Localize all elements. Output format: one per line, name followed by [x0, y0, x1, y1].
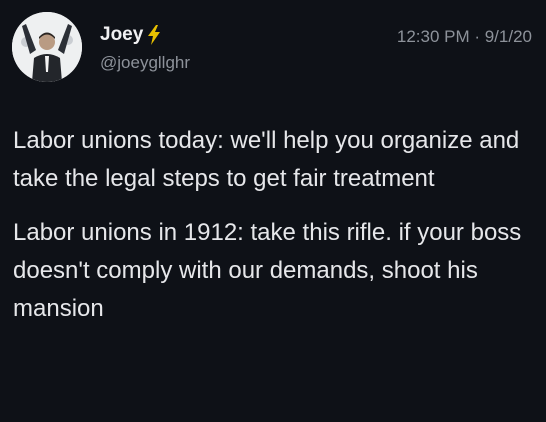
user-handle[interactable]: @joeygllghr: [100, 53, 190, 73]
lightning-bolt-icon: [147, 25, 161, 45]
tweet-card: Joey @joeygllghr 12:30 PM · 9/1/20 Labor…: [0, 0, 546, 422]
tweet-body: Labor unions today: we'll help you organ…: [13, 122, 533, 328]
display-name[interactable]: Joey: [100, 24, 143, 46]
avatar-image: [12, 12, 82, 82]
tweet-paragraph-2: Labor unions in 1912: take this rifle. i…: [13, 219, 522, 322]
tweet-paragraph-1: Labor unions today: we'll help you organ…: [13, 127, 520, 192]
author-name-row[interactable]: Joey: [100, 24, 161, 46]
avatar[interactable]: [12, 12, 82, 82]
timestamp[interactable]: 12:30 PM · 9/1/20: [397, 27, 532, 47]
